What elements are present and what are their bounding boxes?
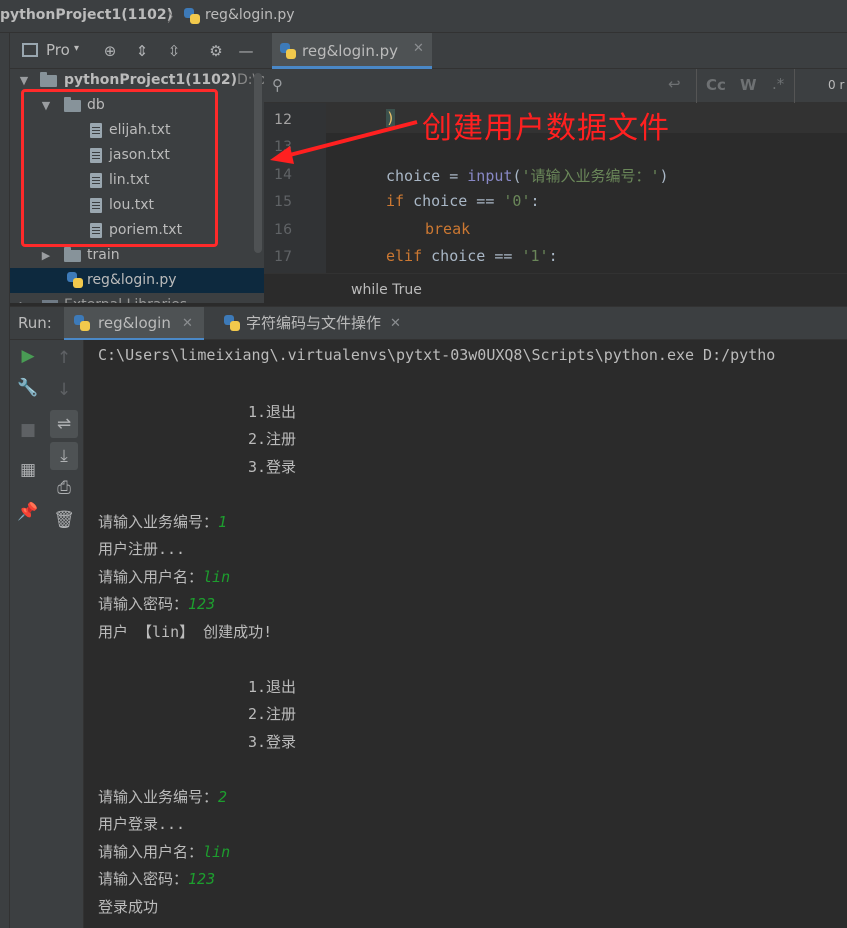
- python-file-icon: [280, 43, 296, 59]
- whole-word-icon[interactable]: W: [740, 76, 757, 94]
- console-line: 用户登录...: [98, 815, 186, 833]
- soft-wrap-icon[interactable]: ⇌: [50, 410, 78, 438]
- run-tab-label: reg&login: [98, 314, 171, 332]
- editor-tab-bar: reg&login.py ✕: [264, 33, 847, 69]
- divider: [794, 69, 795, 103]
- rerun-icon[interactable]: ▶: [10, 346, 46, 366]
- run-tab-label: 字符编码与文件操作: [246, 314, 382, 332]
- console-line: 用户 【lin】 创建成功!: [98, 623, 273, 641]
- stop-icon[interactable]: ■: [10, 420, 46, 440]
- project-toolbar: Pro ▾ ⊕ ⇕ ⇳ ⚙ —: [10, 33, 264, 69]
- run-toolbar-secondary: ↑ ↓ ⇌ ⤓ ⎙ 🗑: [46, 340, 84, 928]
- console-line: 1.退出: [248, 403, 297, 421]
- project-view-icon[interactable]: [22, 43, 38, 57]
- tab-label: reg&login.py: [302, 42, 398, 60]
- collapse-all-icon[interactable]: ⇳: [164, 41, 184, 61]
- annotation-label: 创建用户数据文件: [422, 111, 670, 146]
- divider: [696, 69, 697, 103]
- code-line: break: [425, 220, 471, 238]
- tree-external-libraries[interactable]: ▶ External Libraries: [10, 293, 264, 303]
- scroll-to-end-icon[interactable]: ⤓: [50, 442, 78, 470]
- console-line: 2.注册: [248, 705, 297, 723]
- line-number: 16: [274, 222, 292, 238]
- run-panel-header: Run: reg&login ✕ 字符编码与文件操作 ✕: [10, 306, 847, 341]
- gear-icon[interactable]: ⚙: [206, 41, 226, 61]
- library-icon: [42, 300, 58, 303]
- breadcrumb-separator: 〉: [167, 10, 181, 26]
- code-line: elif choice == '1':: [386, 247, 558, 265]
- search-input[interactable]: [294, 74, 694, 98]
- breadcrumb-file[interactable]: reg&login.py: [205, 7, 295, 23]
- search-icon[interactable]: ⚲: [272, 76, 283, 94]
- search-results-count: 0 r: [828, 78, 845, 92]
- folder-icon: [40, 72, 57, 87]
- console-line: 请输入用户名：lin: [98, 843, 231, 861]
- print-icon[interactable]: ⎙: [46, 478, 82, 498]
- console-line: C:\Users\limeixiang\.virtualenvs\pytxt-0…: [98, 346, 776, 364]
- console-line: 1.退出: [248, 678, 297, 696]
- console-output[interactable]: C:\Users\limeixiang\.virtualenvs\pytxt-0…: [84, 340, 847, 928]
- chevron-down-icon[interactable]: ▾: [74, 43, 79, 54]
- arrow-up-icon[interactable]: ↑: [46, 348, 82, 368]
- console-line: 3.登录: [248, 733, 297, 751]
- editor-breadcrumb-bar: while True: [264, 273, 847, 306]
- scrollbar[interactable]: [254, 73, 262, 253]
- console-line: 登录成功: [98, 898, 159, 916]
- python-file-icon: [184, 8, 200, 24]
- scope-indicator[interactable]: while True: [351, 282, 422, 298]
- line-number: 15: [274, 194, 292, 210]
- run-label: Run:: [18, 314, 52, 332]
- breadcrumb-project[interactable]: pythonProject1(1102): [0, 7, 173, 23]
- tree-file-selected[interactable]: reg&login.py: [10, 268, 264, 293]
- arrow-down-icon[interactable]: ↓: [46, 380, 82, 400]
- chevron-right-icon[interactable]: ▶: [18, 293, 30, 303]
- tree-file-label: reg&login.py: [87, 272, 177, 288]
- python-run-icon: [224, 315, 240, 331]
- console-line: 用户注册...: [98, 540, 186, 558]
- run-tab-reg-login[interactable]: reg&login ✕: [64, 307, 204, 341]
- annotation-highlight-box: [21, 89, 218, 247]
- run-tab-encoding[interactable]: 字符编码与文件操作 ✕: [216, 307, 416, 341]
- close-icon[interactable]: ✕: [413, 41, 424, 56]
- tab-reg-login[interactable]: reg&login.py ✕: [272, 33, 432, 69]
- console-line: 2.注册: [248, 430, 297, 448]
- console-line: 3.登录: [248, 458, 297, 476]
- pin-icon[interactable]: 📌: [10, 502, 46, 522]
- annotation-arrow: [270, 120, 418, 164]
- newline-icon[interactable]: ↩: [668, 75, 681, 93]
- search-bar: ⚲ ↩ Cc W .* 0 r: [264, 69, 847, 103]
- trash-icon[interactable]: 🗑: [46, 510, 82, 530]
- match-case-icon[interactable]: Cc: [706, 76, 726, 94]
- left-tool-strip[interactable]: [0, 33, 10, 928]
- locate-icon[interactable]: ⊕: [100, 41, 120, 61]
- console-line: 请输入业务编号：2: [98, 788, 228, 806]
- wrench-icon[interactable]: 🔧: [10, 378, 46, 398]
- python-file-icon: [67, 272, 83, 288]
- tree-external-label: External Libraries: [64, 293, 187, 303]
- console-line: 请输入密码：123: [98, 595, 216, 613]
- code-line: if choice == '0':: [386, 192, 540, 210]
- close-icon[interactable]: ✕: [182, 307, 193, 340]
- close-icon[interactable]: ✕: [390, 307, 401, 340]
- console-line: 请输入密码：123: [98, 870, 216, 888]
- folder-icon: [64, 247, 81, 262]
- project-view-selector[interactable]: Pro: [46, 41, 70, 59]
- python-run-icon: [74, 315, 90, 331]
- hide-icon[interactable]: —: [236, 41, 256, 61]
- run-toolbar-primary: ▶ 🔧 ■ ▦ 📌: [10, 340, 46, 928]
- regex-icon[interactable]: .*: [772, 75, 784, 93]
- layout-icon[interactable]: ▦: [10, 460, 46, 480]
- console-line: 请输入用户名：lin: [98, 568, 231, 586]
- line-number: 17: [274, 249, 292, 265]
- breadcrumb: pythonProject1(1102) 〉 reg&login.py: [0, 0, 847, 33]
- expand-all-icon[interactable]: ⇕: [132, 41, 152, 61]
- console-line: 请输入业务编号：1: [98, 513, 228, 531]
